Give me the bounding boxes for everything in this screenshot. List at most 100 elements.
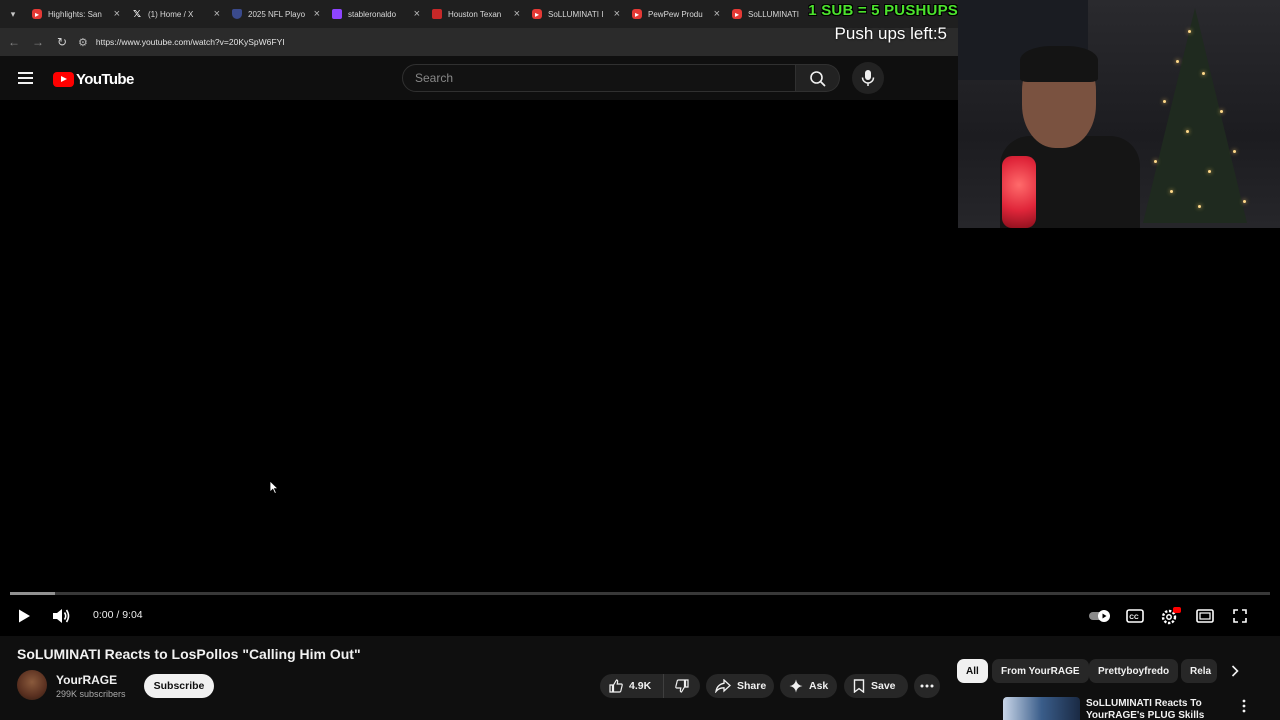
red-speaker [1002,156,1036,228]
christmas-tree [1143,8,1247,223]
tab-label: Houston Texan [448,9,502,19]
reload-icon[interactable]: ↻ [50,28,74,56]
browser-tab[interactable]: ▸ SoLLUMINATI I × [526,0,626,28]
youtube-favicon-icon: ▸ [632,9,642,19]
mouse-cursor-icon [269,480,279,494]
tab-label: PewPew Produ [648,9,703,19]
ask-button[interactable]: Ask [780,674,837,698]
gear-icon [1161,607,1181,625]
tab-close-icon[interactable]: × [514,8,520,20]
like-dislike-group: 4.9K [600,674,700,698]
bookmark-icon [853,679,865,693]
tab-close-icon[interactable]: × [214,8,220,20]
sparkle-icon [789,679,803,693]
browser-tab[interactable]: 2025 NFL Playo × [226,0,326,28]
sub-goal-text: 1 SUB = 5 PUSHUPS [808,2,958,19]
tab-label: SoLLUMINATI I [548,9,604,19]
streamer-webcam [958,0,1280,228]
chips-next-button[interactable] [1222,659,1248,683]
buffered-bar [10,592,55,595]
more-horizontal-icon [920,684,934,688]
recommended-title[interactable]: SoLLUMINATI Reacts To YourRAGE's PLUG Sk… [1086,698,1226,720]
tab-label: Highlights: San [48,9,102,19]
x-favicon-icon: 𝕏 [132,8,142,20]
youtube-favicon-icon: ▸ [32,9,42,19]
youtube-header: YouTube [0,56,958,100]
video-title: SoLUMINATI Reacts to LosPollos "Calling … [17,646,361,662]
mute-button[interactable] [49,604,73,628]
menu-icon[interactable] [18,72,33,84]
recommended-thumbnail[interactable] [1003,697,1080,720]
channel-avatar[interactable] [17,670,47,700]
chip-prettyboyfredo[interactable]: Prettyboyfredo [1089,659,1179,683]
search-box[interactable] [402,64,796,92]
share-icon [715,679,731,693]
chevron-right-icon [1231,665,1239,677]
tab-close-icon[interactable]: × [314,8,320,20]
browser-tab[interactable]: ▸ PewPew Produ × [626,0,726,28]
browser-tab[interactable]: ▸ Highlights: San × [26,0,126,28]
play-button[interactable] [12,604,36,628]
browser-tab[interactable]: stableronaldo × [326,0,426,28]
autoplay-toggle[interactable] [1088,604,1112,628]
youtube-logo[interactable]: YouTube [53,71,134,88]
svg-text:CC: CC [1129,614,1139,621]
search-button[interactable] [796,64,840,92]
url-text: https://www.youtube.com/watch?v=20KySpW6… [95,37,285,47]
search-icon [810,71,826,87]
play-icon [19,609,30,623]
tab-search-dropdown[interactable]: ▾ [0,0,26,28]
ask-label: Ask [809,680,829,692]
autoplay-toggle-icon [1089,610,1110,622]
share-button[interactable]: Share [706,674,774,698]
browser-tab[interactable]: 𝕏 (1) Home / X × [126,0,226,28]
youtube-play-logo-icon [53,72,74,87]
save-button[interactable]: Save [844,674,908,698]
forward-arrow-icon[interactable]: → [26,28,50,56]
fullscreen-button[interactable] [1228,604,1252,628]
tab-close-icon[interactable]: × [114,8,120,20]
search-input[interactable] [403,65,795,91]
recommended-more-button[interactable] [1242,699,1252,715]
thumbs-down-icon [675,679,689,693]
chip-all[interactable]: All [957,659,988,683]
time-display: 0:00 / 9:04 [93,609,143,621]
espn-favicon-icon [432,9,442,19]
captions-button[interactable]: CC [1123,604,1147,628]
tab-close-icon[interactable]: × [414,8,420,20]
address-bar[interactable]: ⚙ https://www.youtube.com/watch?v=20KySp… [78,31,778,53]
tab-close-icon[interactable]: × [714,8,720,20]
volume-icon [53,609,70,623]
save-label: Save [871,680,896,692]
browser-tab[interactable]: Houston Texan × [426,0,526,28]
pushups-left-text: Push ups left:5 [834,24,947,43]
progress-bar[interactable] [10,592,1270,595]
theater-mode-button[interactable] [1193,604,1217,628]
settings-button[interactable] [1158,604,1182,628]
chip-from-channel[interactable]: From YourRAGE [992,659,1089,683]
microphone-icon [861,70,875,86]
back-arrow-icon[interactable]: ← [2,28,26,56]
player-controls: 0:00 / 9:04 CC [0,598,1280,634]
tab-label: stableronaldo [348,9,397,19]
more-vertical-icon [1242,699,1246,713]
youtube-favicon-icon: ▸ [732,9,742,19]
youtube-favicon-icon: ▸ [532,9,542,19]
subscribe-button[interactable]: Subscribe [144,674,214,698]
like-count: 4.9K [629,680,652,692]
share-label: Share [737,680,767,692]
nfl-favicon-icon [232,9,242,19]
more-actions-button[interactable] [914,674,940,698]
theater-mode-icon [1196,609,1214,623]
thumbs-up-icon [609,679,623,693]
chip-related[interactable]: Rela [1181,659,1217,683]
twitch-favicon-icon [332,9,342,19]
voice-search-button[interactable] [852,62,884,94]
like-button[interactable]: 4.9K [600,674,664,698]
subscriber-count: 299K subscribers [56,689,126,699]
captions-icon: CC [1126,609,1144,623]
tab-close-icon[interactable]: × [614,8,620,20]
site-info-icon[interactable]: ⚙ [78,36,88,49]
dislike-button[interactable] [664,679,700,693]
channel-name[interactable]: YourRAGE [56,673,117,687]
